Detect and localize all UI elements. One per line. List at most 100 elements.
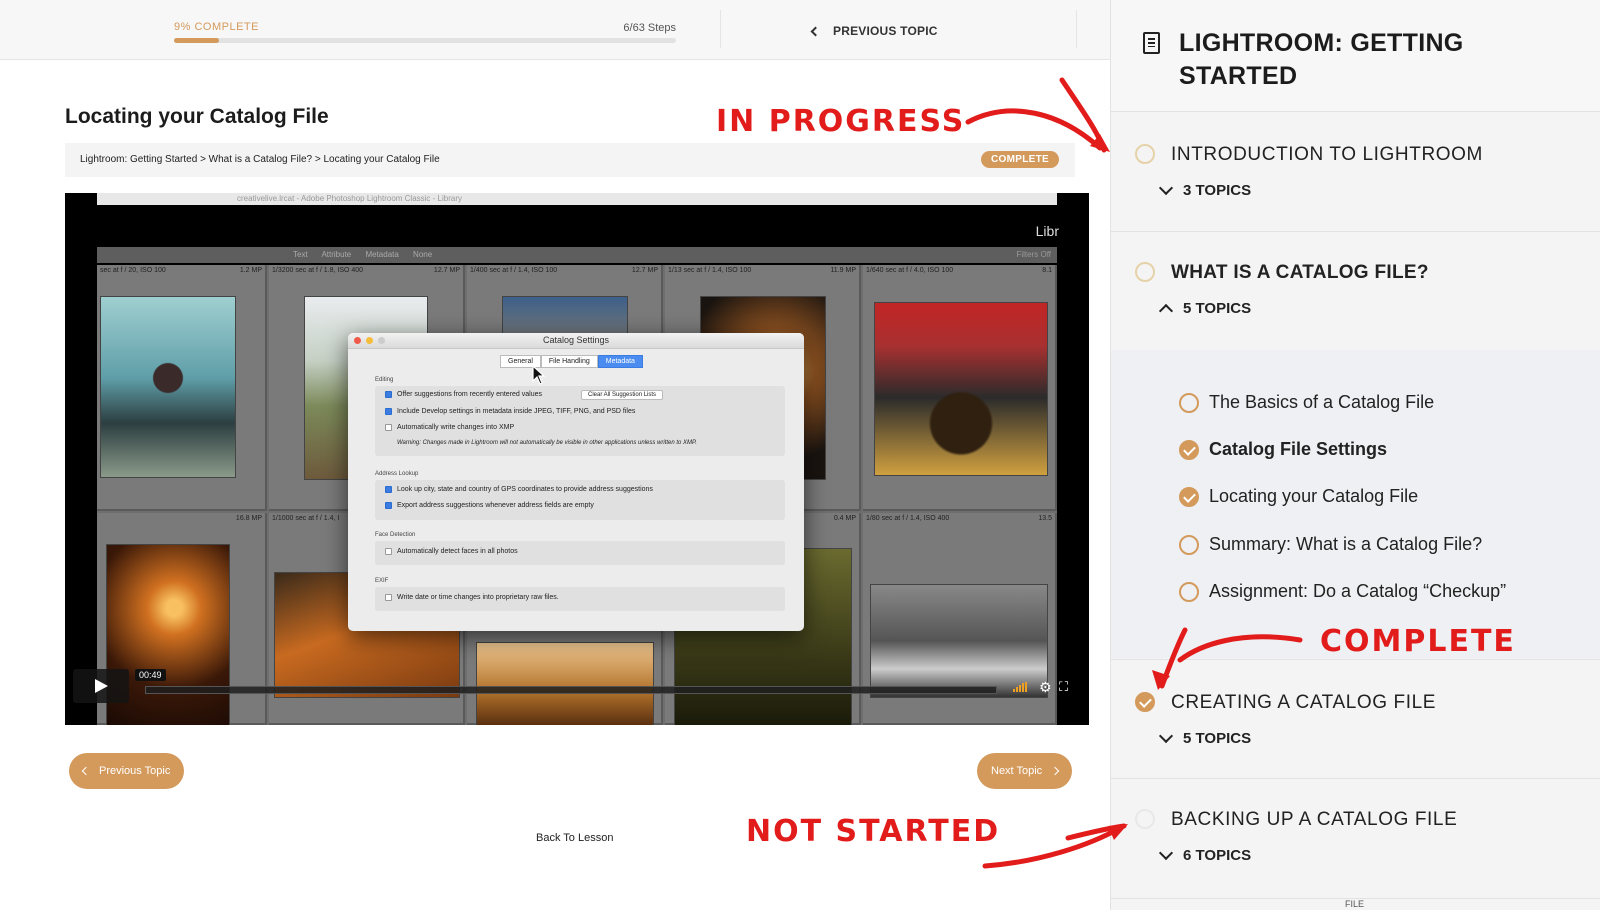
library-filter-bar: Text Attribute Metadata None Filters Off <box>97 247 1057 263</box>
fullscreen-icon[interactable]: ⛶ <box>1059 679 1068 695</box>
topics-count: 5 TOPICS <box>1183 300 1252 317</box>
topics-toggle[interactable]: 5 TOPICS <box>1158 728 1251 747</box>
option-label: Automatically write changes into XMP <box>397 424 515 431</box>
divider <box>720 10 721 48</box>
section-title[interactable]: CREATING A CATALOG FILE <box>1171 692 1436 714</box>
previous-topic-button-label: Previous Topic <box>99 765 171 777</box>
gear-icon[interactable]: ⚙ <box>1039 679 1052 696</box>
sidebar-header: LIGHTROOM: GETTING STARTED <box>1111 0 1600 112</box>
address-box: Look up city, state and country of GPS c… <box>375 480 785 520</box>
option-faces[interactable]: Automatically detect faces in all photos <box>385 548 518 555</box>
progress-steps: 6/63 Steps <box>623 22 676 34</box>
volume-icon[interactable] <box>1013 682 1027 692</box>
annotation-complete: COMPLETE <box>1320 624 1516 659</box>
back-to-lesson-link[interactable]: Back To Lesson <box>536 832 613 844</box>
video-player[interactable]: creativelive.lrcat - Adobe Photoshop Lig… <box>65 193 1089 725</box>
progress-label: 9% COMPLETE <box>174 21 259 33</box>
option-label: Include Develop settings in metadata ins… <box>397 408 636 415</box>
chevron-right-icon <box>1050 766 1060 776</box>
option-develop[interactable]: Include Develop settings in metadata ins… <box>385 408 635 415</box>
check-icon <box>1179 439 1199 460</box>
annotation-not-started: NOT STARTED <box>746 814 1001 849</box>
chevron-up-icon <box>1158 303 1174 319</box>
option-export[interactable]: Export address suggestions whenever addr… <box>385 502 594 509</box>
section-label-exif: EXIF <box>375 578 389 584</box>
face-box: Automatically detect faces in all photos <box>375 541 785 565</box>
checkbox[interactable] <box>385 408 392 415</box>
checkbox[interactable] <box>385 486 392 493</box>
option-gps[interactable]: Look up city, state and country of GPS c… <box>385 486 653 493</box>
breadcrumb[interactable]: Lightroom: Getting Started > What is a C… <box>80 154 440 165</box>
video-controls: 00:49 ⚙ ⛶ <box>73 669 1081 703</box>
topics-toggle[interactable]: 6 TOPICS <box>1158 845 1252 864</box>
cell-meta: 1/13 sec at f / 1.4, ISO 100 <box>668 267 752 274</box>
next-topic-button-label: Next Topic <box>991 765 1043 777</box>
cell-size: 16.8 MP <box>235 515 262 522</box>
option-label: Write date or time changes into propriet… <box>397 594 559 601</box>
previous-topic-label: PREVIOUS TOPIC <box>833 24 938 38</box>
cell-size: 1.2 MP <box>239 267 262 274</box>
grid-cell: sec at f / 20, ISO 100 1.2 MP <box>97 265 267 511</box>
topic-list: The Basics of a Catalog File Catalog Fil… <box>1111 350 1600 658</box>
topic-item[interactable]: Summary: What is a Catalog File? <box>1179 534 1482 555</box>
clear-suggestions-button[interactable]: Clear All Suggestion Lists <box>581 390 664 400</box>
previous-topic-button[interactable]: Previous Topic <box>69 753 185 789</box>
option-suggestions[interactable]: Offer suggestions from recently entered … <box>385 391 542 398</box>
option-label: Look up city, state and country of GPS c… <box>397 486 653 493</box>
section-title[interactable]: BACKING UP A CATALOG FILE <box>1171 809 1457 831</box>
previous-topic-link[interactable]: PREVIOUS TOPIC <box>810 24 938 38</box>
section-title[interactable]: INTRODUCTION TO LIGHTROOM <box>1171 144 1483 166</box>
checkbox[interactable] <box>385 424 392 431</box>
section-introduction[interactable]: INTRODUCTION TO LIGHTROOM 3 TOPICS <box>1111 112 1600 232</box>
topic-label: Summary: What is a Catalog File? <box>1209 534 1483 554</box>
grid-cell: 1/640 sec at f / 4.0, ISO 100 8.1 <box>863 265 1057 511</box>
section-label-editing: Editing <box>375 377 394 383</box>
play-button[interactable] <box>73 669 129 703</box>
next-topic-button[interactable]: Next Topic <box>977 753 1073 789</box>
dialog-titlebar: Catalog Settings <box>348 333 804 349</box>
checkbox[interactable] <box>385 502 392 509</box>
topics-toggle[interactable]: 5 TOPICS <box>1158 300 1252 319</box>
cell-size: 13.5 <box>1038 515 1052 522</box>
status-not-started-icon <box>1179 392 1199 413</box>
section-creating-catalog[interactable]: CREATING A CATALOG FILE 5 TOPICS <box>1111 660 1600 779</box>
checkbox[interactable] <box>385 391 392 398</box>
cell-size: 12.7 MP <box>631 267 658 274</box>
check-icon <box>1135 692 1155 712</box>
cell-meta: 1/640 sec at f / 4.0, ISO 100 <box>866 267 954 274</box>
mouse-cursor-icon <box>532 365 546 385</box>
option-xmp[interactable]: Automatically write changes into XMP <box>385 424 514 431</box>
catalog-settings-dialog: Catalog Settings General File Handling M… <box>348 333 804 631</box>
play-icon <box>95 679 108 693</box>
status-badge: COMPLETE <box>981 151 1059 168</box>
tab-file-handling[interactable]: File Handling <box>540 355 598 368</box>
status-in-progress-icon <box>1135 144 1155 164</box>
course-title: LIGHTROOM: GETTING STARTED <box>1179 29 1464 90</box>
arrowhead-in-progress <box>1090 134 1110 152</box>
time-indicator: 00:49 <box>135 669 166 681</box>
document-icon <box>1143 32 1160 54</box>
section-label-address: Address Lookup <box>375 471 419 477</box>
topics-toggle[interactable]: 3 TOPICS <box>1158 180 1251 199</box>
window-titlebar: creativelive.lrcat - Adobe Photoshop Lig… <box>97 193 1057 205</box>
topic-item[interactable]: Catalog File Settings <box>1179 439 1387 460</box>
option-exif[interactable]: Write date or time changes into propriet… <box>385 594 559 601</box>
arrow-not-started <box>982 825 1123 869</box>
checkbox[interactable] <box>385 548 392 555</box>
section-label-face: Face Detection <box>375 532 416 538</box>
section-title[interactable]: WHAT IS A CATALOG FILE? <box>1171 262 1429 284</box>
warning-text: Warning: Changes made in Lightroom will … <box>397 440 697 446</box>
option-label: Automatically detect faces in all photos <box>397 548 518 555</box>
section-backing-up[interactable]: BACKING UP A CATALOG FILE 6 TOPICS <box>1111 779 1600 899</box>
lesson-title: Locating your Catalog File <box>65 105 329 128</box>
seek-bar[interactable] <box>145 686 997 694</box>
sidebar-footer-text: FILE <box>1345 899 1365 909</box>
topics-count: 6 TOPICS <box>1183 847 1252 864</box>
checkbox[interactable] <box>385 594 392 601</box>
topic-label: Catalog File Settings <box>1209 439 1388 459</box>
topic-item[interactable]: Locating your Catalog File <box>1179 486 1418 507</box>
topic-item[interactable]: The Basics of a Catalog File <box>1179 392 1434 413</box>
topic-item[interactable]: Assignment: Do a Catalog “Checkup” <box>1179 581 1506 602</box>
tab-metadata[interactable]: Metadata <box>597 355 643 368</box>
chevron-left-icon <box>81 766 91 776</box>
